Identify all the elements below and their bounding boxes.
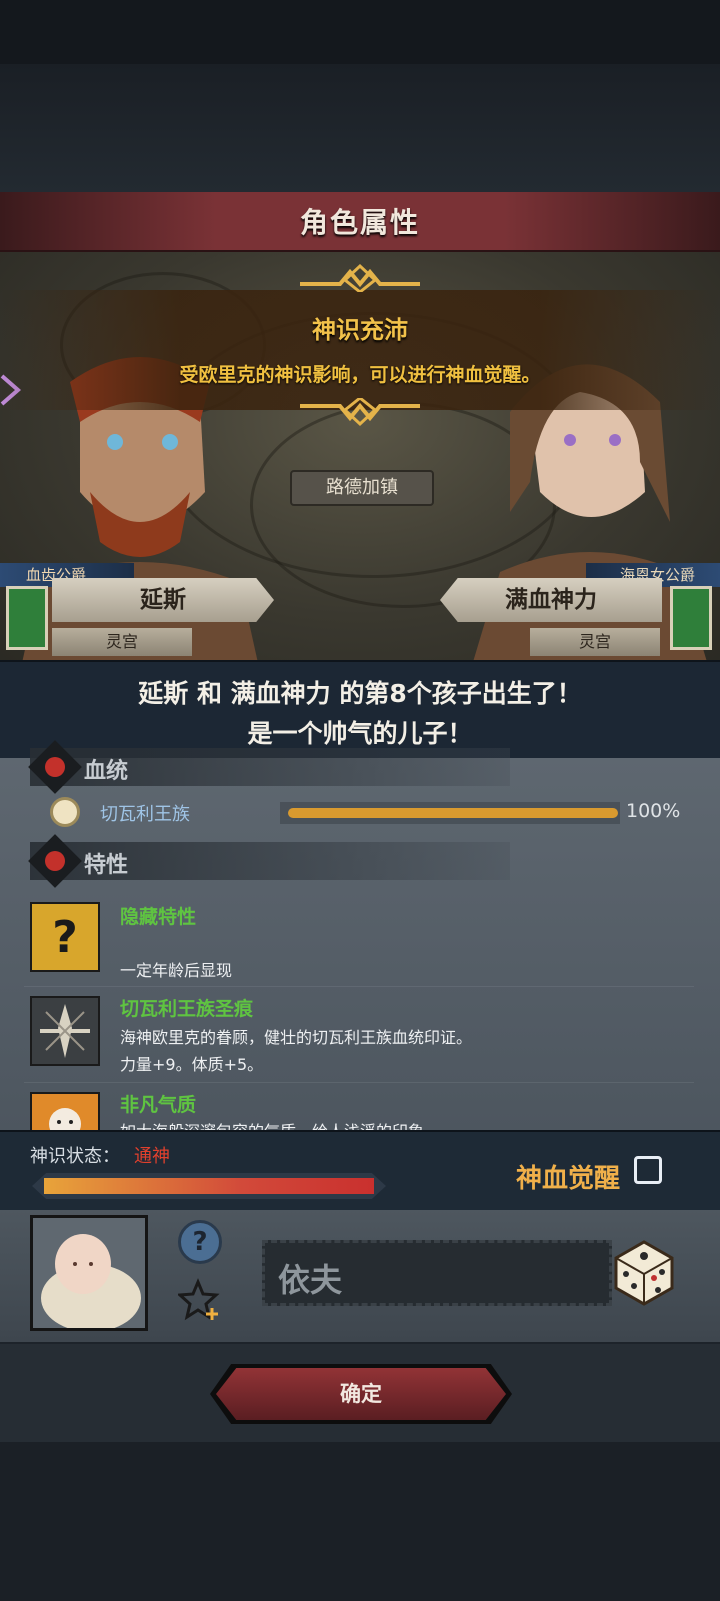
father-subtitle: 灵宫 — [52, 628, 192, 656]
dialog-title: 角色属性 — [299, 206, 420, 239]
help-icon[interactable]: ? — [178, 1220, 222, 1264]
banner-title: 神识充沛 — [312, 316, 408, 344]
event-banner — [0, 290, 720, 410]
status-bar-area — [0, 0, 720, 64]
father-house-flag-icon — [6, 586, 48, 650]
bloodline-section-title: 血统 — [84, 759, 129, 784]
divine-status-bar-fill — [44, 1178, 374, 1194]
hidden-trait-icon[interactable]: ? — [30, 902, 100, 972]
divider — [24, 986, 694, 987]
stigmata-trait-icon[interactable] — [30, 996, 100, 1066]
trait-name: 隐藏特性 — [120, 906, 197, 928]
mother-house-flag-icon — [670, 586, 712, 650]
banner-subtitle: 受欧里克的神识影响，可以进行神血觉醒。 — [179, 364, 541, 386]
father-name: 延斯 — [52, 578, 274, 622]
trait-name: 非凡气质 — [120, 1094, 197, 1116]
traits-section-title: 特性 — [84, 853, 129, 878]
confirm-button[interactable]: 确定 — [216, 1368, 506, 1420]
trait-desc-clip: 如大海般深邃包容的气质，给人浅浮的印象 — [120, 1118, 520, 1130]
dialog-header: 角色属性 — [0, 192, 720, 252]
town-label: 路德加镇 — [290, 470, 434, 506]
background-dim — [0, 64, 720, 192]
divine-status-value: 通神 — [134, 1146, 170, 1167]
divine-status-label: 神识状态： — [30, 1146, 120, 1167]
bloodline-name: 切瓦利王族 — [100, 804, 190, 825]
baby-avatar — [30, 1215, 148, 1331]
bloodline-percent: 100% — [626, 800, 681, 822]
bloodline-scales-icon — [50, 797, 80, 827]
mother-subtitle: 灵宫 — [530, 628, 660, 656]
bloodline-bar-fill — [288, 808, 618, 818]
trait-desc: 海神欧里克的眷顾，健壮的切瓦利王族血统印证。 — [120, 1028, 473, 1047]
birth-line-1: 延斯 和 满血神力 的第8个孩子出生了！ — [138, 679, 582, 708]
background-dim-bottom — [0, 1442, 720, 1601]
trait-desc: 如大海般深邃包容的气质，给人浅浮的印象 — [120, 1118, 424, 1130]
trait-desc: 力量+9。体质+5。 — [120, 1055, 264, 1074]
blood-awaken-checkbox[interactable] — [634, 1156, 662, 1184]
ornament-top-icon — [300, 263, 420, 292]
child-name-value[interactable]: 依夫 — [278, 1255, 342, 1301]
favorite-star-add-icon[interactable] — [178, 1278, 222, 1322]
random-name-dice-icon[interactable] — [602, 1234, 678, 1310]
blood-awaken-label: 神血觉醒 — [516, 1164, 621, 1194]
ornament-bottom-icon — [300, 398, 420, 427]
birth-line-2: 是一个帅气的儿子！ — [247, 719, 473, 748]
divider — [24, 1082, 694, 1083]
trait-desc: 一定年龄后显现 — [120, 961, 233, 980]
mother-name: 满血神力 — [440, 578, 662, 622]
trait-name: 切瓦利王族圣痕 — [120, 998, 254, 1020]
svg-text:?: ? — [52, 912, 78, 963]
extraordinary-trait-icon[interactable] — [30, 1092, 100, 1140]
